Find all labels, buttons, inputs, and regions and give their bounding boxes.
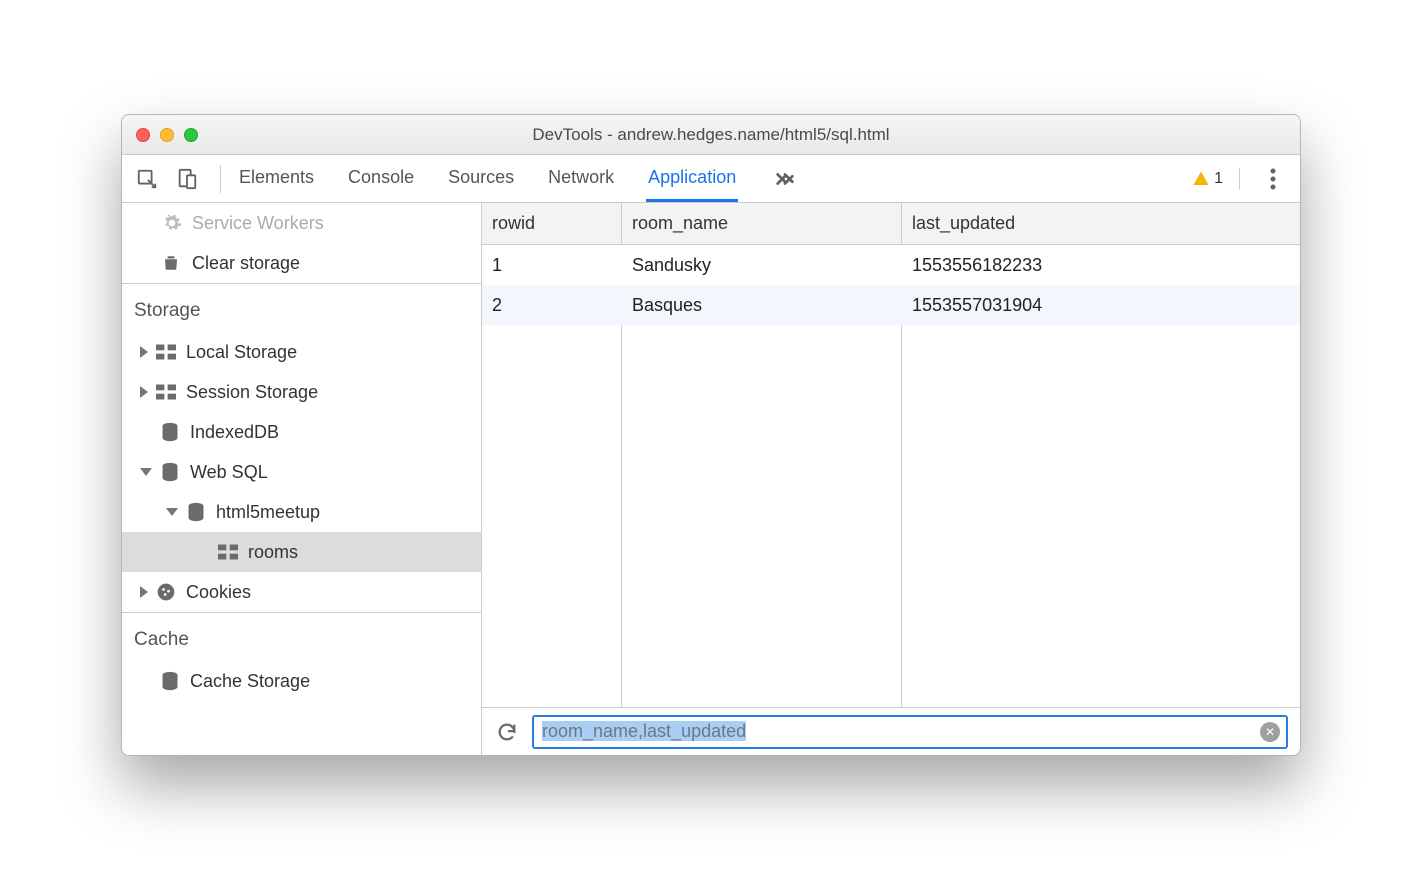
- tab-application[interactable]: Application: [646, 155, 738, 202]
- tab-console[interactable]: Console: [346, 155, 416, 202]
- sidebar-item-label: Local Storage: [186, 342, 297, 363]
- close-window-button[interactable]: [136, 128, 150, 142]
- cell-last-updated: 1553557031904: [902, 285, 1300, 325]
- table-row[interactable]: 1 Sandusky 1553556182233: [482, 245, 1300, 285]
- sidebar-item-cookies[interactable]: Cookies: [122, 572, 481, 612]
- sidebar-item-label: Cookies: [186, 582, 251, 603]
- query-toolbar: room_name,last_updated ✕: [482, 707, 1300, 755]
- clear-input-icon[interactable]: ✕: [1260, 722, 1280, 742]
- sidebar-item-label: Clear storage: [192, 253, 300, 274]
- expand-caret-icon[interactable]: [140, 386, 148, 398]
- window-controls: [122, 128, 198, 142]
- table-row[interactable]: 2 Basques 1553557031904: [482, 285, 1300, 325]
- sidebar-item-indexeddb[interactable]: IndexedDB: [122, 412, 481, 452]
- toolbar-divider: [220, 165, 221, 193]
- tab-network[interactable]: Network: [546, 155, 616, 202]
- trash-icon: [162, 253, 184, 273]
- tab-sources[interactable]: Sources: [446, 155, 516, 202]
- sidebar-item-label: Web SQL: [190, 462, 268, 483]
- column-header-rowid[interactable]: rowid: [482, 203, 622, 244]
- cell-rowid: 1: [482, 245, 622, 285]
- sidebar-item-local-storage[interactable]: Local Storage: [122, 332, 481, 372]
- sidebar-item-label: Service Workers: [192, 213, 324, 234]
- database-icon: [160, 671, 182, 691]
- cell-room-name: Sandusky: [622, 245, 902, 285]
- collapse-caret-icon[interactable]: [140, 468, 152, 476]
- more-options-icon[interactable]: [1256, 162, 1290, 196]
- main-toolbar: Elements Console Sources Network Applica…: [122, 155, 1300, 203]
- database-icon: [186, 502, 208, 522]
- database-icon: [160, 422, 182, 442]
- sidebar-item-clear-storage[interactable]: Clear storage: [122, 243, 481, 283]
- data-grid: rowid room_name last_updated 1 Sandusky …: [482, 203, 1300, 707]
- panel-tabs: Elements Console Sources Network Applica…: [237, 155, 1186, 202]
- expand-caret-icon[interactable]: [140, 586, 148, 598]
- table-icon: [218, 544, 240, 560]
- sidebar-item-label: IndexedDB: [190, 422, 279, 443]
- column-header-room-name[interactable]: room_name: [622, 203, 902, 244]
- sidebar-section-cache: Cache: [122, 612, 481, 661]
- cell-rowid: 2: [482, 285, 622, 325]
- visible-columns-input[interactable]: room_name,last_updated ✕: [532, 715, 1288, 749]
- sidebar-section-storage: Storage: [122, 283, 481, 332]
- sidebar-item-label: rooms: [248, 542, 298, 563]
- table-panel: rowid room_name last_updated 1 Sandusky …: [482, 203, 1300, 755]
- table-body: 1 Sandusky 1553556182233 2 Basques 15535…: [482, 245, 1300, 707]
- cell-room-name: Basques: [622, 285, 902, 325]
- inspect-element-icon[interactable]: [130, 162, 164, 196]
- warnings-count: 1: [1214, 170, 1223, 188]
- sidebar-item-websql[interactable]: Web SQL: [122, 452, 481, 492]
- tab-elements[interactable]: Elements: [237, 155, 316, 202]
- sidebar-item-label: html5meetup: [216, 502, 320, 523]
- device-toolbar-icon[interactable]: [170, 162, 204, 196]
- sidebar-item-table-rooms[interactable]: rooms: [122, 532, 481, 572]
- sidebar-item-label: Session Storage: [186, 382, 318, 403]
- window-title: DevTools - andrew.hedges.name/html5/sql.…: [122, 125, 1300, 145]
- sidebar-item-session-storage[interactable]: Session Storage: [122, 372, 481, 412]
- table-icon: [156, 344, 178, 360]
- warnings-indicator[interactable]: 1: [1192, 170, 1223, 188]
- sidebar-item-cache-storage[interactable]: Cache Storage: [122, 661, 481, 701]
- toolbar-divider: [1239, 168, 1240, 190]
- sidebar-item-database[interactable]: html5meetup: [122, 492, 481, 532]
- column-header-last-updated[interactable]: last_updated: [902, 203, 1300, 244]
- collapse-caret-icon[interactable]: [166, 508, 178, 516]
- cell-last-updated: 1553556182233: [902, 245, 1300, 285]
- expand-caret-icon[interactable]: [140, 346, 148, 358]
- table-icon: [156, 384, 178, 400]
- titlebar: DevTools - andrew.hedges.name/html5/sql.…: [122, 115, 1300, 155]
- refresh-button[interactable]: [494, 719, 520, 745]
- cookie-icon: [156, 582, 178, 602]
- input-value: room_name,last_updated: [542, 721, 1260, 742]
- table-header-row: rowid room_name last_updated: [482, 203, 1300, 245]
- database-icon: [160, 462, 182, 482]
- more-tabs-icon[interactable]: [768, 162, 802, 196]
- main-panel: Service Workers Clear storage Storage Lo…: [122, 203, 1300, 755]
- sidebar-item-service-workers[interactable]: Service Workers: [122, 203, 481, 243]
- sidebar-item-label: Cache Storage: [190, 671, 310, 692]
- application-sidebar: Service Workers Clear storage Storage Lo…: [122, 203, 482, 755]
- devtools-window: DevTools - andrew.hedges.name/html5/sql.…: [121, 114, 1301, 756]
- gear-icon: [162, 213, 184, 233]
- maximize-window-button[interactable]: [184, 128, 198, 142]
- minimize-window-button[interactable]: [160, 128, 174, 142]
- toolbar-right: 1: [1192, 162, 1290, 196]
